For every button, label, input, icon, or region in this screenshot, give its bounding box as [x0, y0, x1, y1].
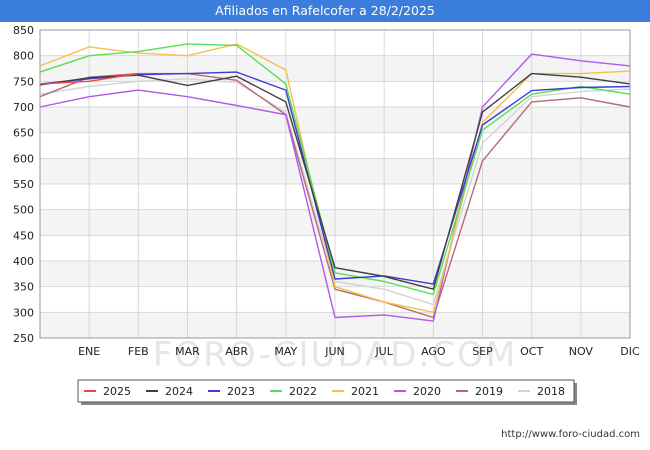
x-tick-label: AGO [421, 345, 446, 358]
legend-label-2020: 2020 [413, 385, 441, 398]
x-tick-label: OCT [520, 345, 543, 358]
x-tick-label: JUL [374, 345, 393, 358]
legend-label-2021: 2021 [351, 385, 379, 398]
y-tick-label: 350 [13, 281, 34, 294]
x-tick-label: ENE [78, 345, 100, 358]
y-tick-label: 400 [13, 255, 34, 268]
y-tick-label: 750 [13, 75, 34, 88]
x-tick-label: SEP [472, 345, 493, 358]
y-tick-label: 600 [13, 152, 34, 165]
y-tick-label: 550 [13, 178, 34, 191]
y-tick-label: 500 [13, 204, 34, 217]
y-tick-label: 800 [13, 50, 34, 63]
credit-text: http://www.foro-ciudad.com [501, 429, 640, 440]
x-tick-label: DIC [620, 345, 640, 358]
x-tick-label: MAY [274, 345, 297, 358]
y-axis-ticks: 250 300 350 400 450 500 550 600 650 700 750 800 850 [13, 24, 34, 345]
x-tick-label: JUN [324, 345, 345, 358]
legend-label-2019: 2019 [475, 385, 503, 398]
chart-area: FORO-CIUDAD.COM 250300350400450500550600… [13, 24, 640, 440]
x-tick-label: MAR [175, 345, 200, 358]
y-tick-label: 850 [13, 24, 34, 37]
x-tick-label: FEB [128, 345, 149, 358]
x-tick-label: ABR [225, 345, 248, 358]
y-tick-label: 650 [13, 127, 34, 140]
legend-label-2018: 2018 [537, 385, 565, 398]
legend-label-2025: 2025 [103, 385, 131, 398]
y-tick-label: 700 [13, 101, 34, 114]
x-tick-label: NOV [569, 345, 594, 358]
y-tick-label: 300 [13, 306, 34, 319]
y-tick-label: 250 [13, 332, 34, 345]
legend-label-2024: 2024 [165, 385, 193, 398]
legend-label-2022: 2022 [289, 385, 317, 398]
y-tick-label: 450 [13, 229, 34, 242]
legend-label-2023: 2023 [227, 385, 255, 398]
